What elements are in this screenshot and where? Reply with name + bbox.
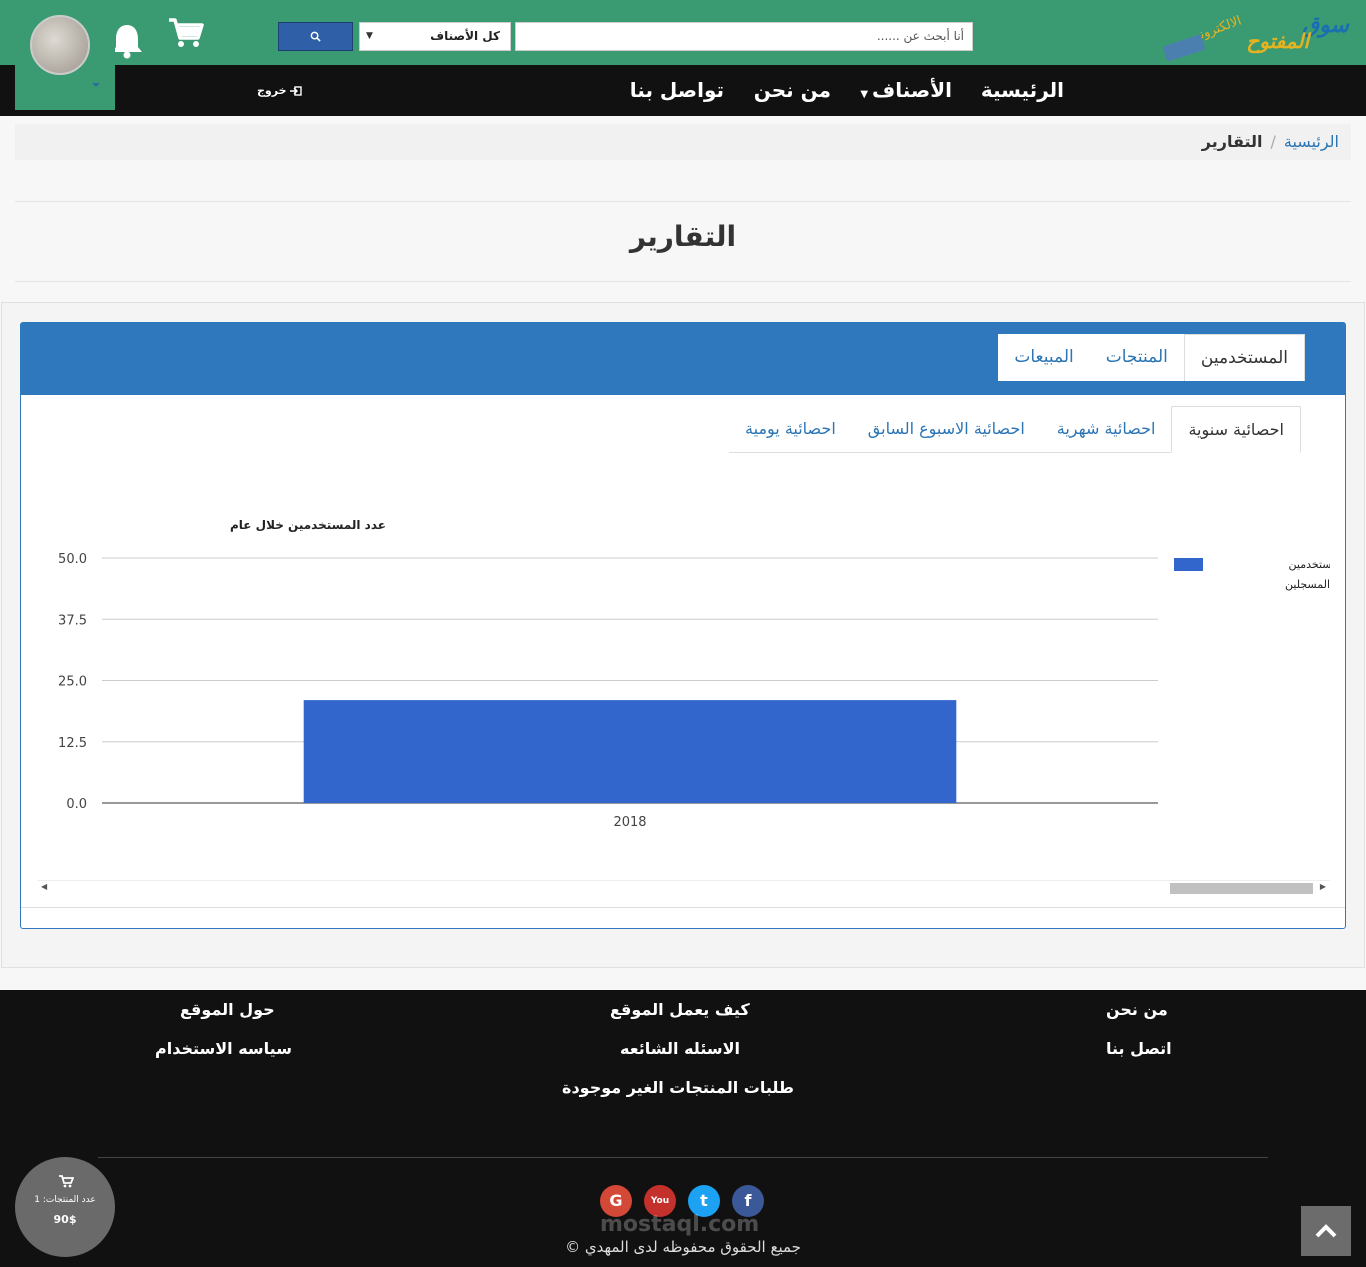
back-to-top-button[interactable] [1301, 1206, 1351, 1256]
footer-usage-policy[interactable]: سياسه الاستخدام [155, 1039, 292, 1058]
page-title: التقارير [629, 220, 737, 253]
horizontal-scrollbar[interactable]: ◀ ▶ [37, 880, 1330, 895]
cart-total: 90$ [53, 1213, 77, 1226]
category-select-value: كل الأصناف [430, 29, 500, 43]
y-tick-label: 0.0 [66, 797, 87, 812]
cart-count: عدد المنتجات: 1 [34, 1195, 96, 1205]
panel-header: المستخدمين المنتجات المبيعات [21, 323, 1345, 395]
tab-monthly[interactable]: احصائية شهرية [1041, 406, 1172, 452]
watermark: mostaql.com [600, 1212, 760, 1237]
scroll-left-icon[interactable]: ◀ [41, 882, 47, 891]
site-logo[interactable]: سوق المفتوح الالكتروني [1134, 4, 1354, 62]
x-tick-label: 2018 [613, 815, 646, 830]
search-input[interactable]: أنا أبحث عن ...... [515, 22, 973, 51]
footer-faq[interactable]: الاسئله الشائعه [620, 1039, 740, 1058]
scroll-right-icon[interactable]: ▶ [1320, 882, 1326, 891]
nav-home[interactable]: الرئيسية [981, 65, 1064, 116]
logout-label: خروج [257, 84, 287, 97]
top-header: سوق المفتوح الالكتروني أنا أبحث عن .....… [0, 0, 1366, 65]
copyright: جميع الحقوق محفوظه لدى المهدي © [565, 1238, 801, 1256]
logout-link[interactable]: خروج [257, 65, 303, 116]
tab-yearly[interactable]: احصائية سنوية [1171, 406, 1301, 453]
search-icon [310, 31, 321, 42]
caret-down-icon: ▼ [860, 89, 869, 100]
x-axis-labels: 2018 [613, 815, 646, 830]
footer-contact-us[interactable]: اتصل بنا [1106, 1039, 1172, 1058]
breadcrumb-home[interactable]: الرئيسية [1284, 132, 1339, 151]
user-menu[interactable] [15, 8, 115, 110]
breadcrumb-separator: / [1270, 132, 1276, 151]
nav-categories[interactable]: الأصناف▼ [860, 65, 952, 116]
y-tick-label: 25.0 [58, 675, 87, 690]
cart-icon[interactable] [167, 16, 205, 50]
chart-title: عدد المستخدمين خلال عام [230, 518, 386, 533]
main-tabs: المستخدمين المنتجات المبيعات [998, 334, 1305, 381]
breadcrumb: الرئيسية / التقارير [15, 124, 1351, 160]
footer-about-site[interactable]: حول الموقع [180, 1000, 275, 1019]
search-button[interactable] [278, 22, 353, 51]
scroll-thumb[interactable] [1170, 883, 1313, 894]
tab-users[interactable]: المستخدمين [1183, 334, 1305, 381]
svg-text:المفتوح: المفتوح [1246, 29, 1311, 54]
tab-products[interactable]: المنتجات [1090, 334, 1184, 381]
svg-text:سوق: سوق [1302, 13, 1350, 38]
main-nav: الرئيسية الأصناف▼ من نحن تواصل بنا خروج [0, 65, 1366, 116]
divider [98, 1157, 1268, 1158]
chevron-up-icon [1315, 1224, 1337, 1238]
floating-cart[interactable]: عدد المنتجات: 1 90$ [15, 1157, 115, 1257]
y-tick-label: 37.5 [58, 613, 87, 628]
select-arrow-icon: ▼ [366, 31, 373, 41]
bar[interactable] [303, 700, 957, 803]
nav-about[interactable]: من نحن [754, 65, 831, 116]
nav-contact[interactable]: تواصل بنا [630, 65, 724, 116]
legend-label: عدد المستخدمين المسجلين [1285, 558, 1330, 591]
reports-panel: المستخدمين المنتجات المبيعات احصائية سنو… [20, 322, 1366, 929]
y-tick-label: 12.5 [58, 736, 87, 751]
nav-categories-label: الأصناف [872, 78, 952, 102]
chart-bars [303, 700, 957, 803]
divider [15, 201, 1351, 202]
tab-sales[interactable]: المبيعات [998, 334, 1089, 381]
category-select[interactable]: كل الأصناف ▼ [359, 22, 511, 51]
footer-how-it-works[interactable]: كيف يعمل الموقع [610, 1000, 750, 1019]
divider [15, 281, 1351, 282]
y-tick-label: 50.0 [58, 552, 87, 567]
users-bar-chart: عدد المستخدمين خلال عام 0.0 12.5 25.0 37.5 5… [58, 518, 1366, 830]
sub-tabs: احصائية سنوية احصائية شهرية احصائية الاس… [729, 406, 1301, 453]
logout-icon [290, 86, 303, 96]
footer-about-us[interactable]: من نحن [1106, 1000, 1168, 1019]
legend-swatch [1174, 558, 1203, 571]
chevron-down-icon [92, 83, 100, 87]
footer-missing-requests[interactable]: طلبات المنتجات الغير موجودة [562, 1078, 794, 1097]
divider [21, 907, 1345, 908]
footer: من نحن اتصل بنا كيف يعمل الموقع الاسئله … [0, 990, 1366, 1267]
cart-icon [59, 1175, 74, 1188]
avatar[interactable] [30, 15, 90, 75]
tab-last-week[interactable]: احصائية الاسبوع السابق [852, 406, 1041, 452]
tab-daily[interactable]: احصائية يومية [729, 406, 852, 452]
chart-container: عدد المستخدمين خلال عام 0.0 12.5 25.0 37.5 5… [37, 480, 1366, 880]
y-axis-ticks: 0.0 12.5 25.0 37.5 50.0 [58, 552, 87, 812]
breadcrumb-current: التقارير [1201, 132, 1263, 151]
